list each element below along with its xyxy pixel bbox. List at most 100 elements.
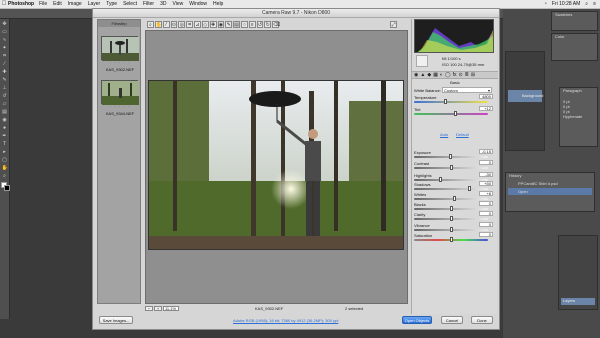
white-balance-tool-icon[interactable]: ⁄ (162, 20, 170, 28)
slider-value-highlights[interactable]: -30 (479, 172, 493, 177)
list-icon[interactable]: ≡ (593, 1, 596, 7)
menu-item-filter[interactable]: Filter (143, 1, 154, 7)
slider-knob-vibrance[interactable] (450, 227, 453, 232)
blur-tool-icon[interactable]: ◉ (2, 117, 8, 123)
slider-track-clarity[interactable] (414, 216, 488, 221)
eraser-tool-icon[interactable]: ▱ (2, 101, 8, 107)
slider-knob-highlights[interactable] (439, 177, 443, 182)
hand-tool-icon[interactable]: ✋ (154, 20, 162, 28)
heal-tool-icon[interactable]: ✚ (2, 69, 8, 75)
slider-knob-blacks[interactable] (450, 206, 453, 211)
tab-hsl-icon[interactable]: ▦ (433, 72, 438, 78)
slider-track-vibrance[interactable] (414, 227, 488, 232)
menu-item-type[interactable]: Type (106, 1, 117, 7)
slider-value-blacks[interactable]: 0 (479, 201, 493, 206)
default-link[interactable]: Default (456, 132, 469, 137)
paragraph-panel-title[interactable]: Paragraph (563, 88, 582, 93)
preview-photo[interactable] (148, 80, 404, 250)
slider-track-tint[interactable] (414, 111, 488, 116)
crop-tool-icon[interactable]: ⌗ (186, 20, 194, 28)
gradient-tool-icon[interactable]: ▤ (2, 109, 8, 115)
slider-value-clarity[interactable]: 0 (479, 211, 493, 216)
slider-value-exposure[interactable]: -0.15 (479, 149, 493, 154)
slider-track-highlights[interactable] (414, 177, 488, 182)
save-images-button[interactable]: Save Images... (99, 316, 133, 324)
open-objects-button[interactable]: Open Objects (402, 316, 432, 324)
slider-value-saturation[interactable]: 0 (479, 232, 493, 237)
slider-knob-tint[interactable] (453, 111, 457, 116)
slider-value-shadows[interactable]: +50 (479, 181, 493, 186)
wand-tool-icon[interactable]: ✦ (2, 45, 8, 51)
color-sampler-icon[interactable]: ⊙ (170, 20, 178, 28)
menu-item-edit[interactable]: Edit (53, 1, 62, 7)
layers-title[interactable]: Layers (561, 298, 595, 305)
graduated-filter-icon[interactable]: ▤ (233, 20, 240, 28)
history-state-open[interactable]: Open (508, 188, 592, 195)
menu-item-layer[interactable]: Layer (88, 1, 101, 7)
move-tool-icon[interactable]: ✥ (2, 21, 8, 27)
straighten-tool-icon[interactable]: ⊿ (194, 20, 201, 28)
marquee-tool-icon[interactable]: ▭ (2, 29, 8, 35)
tab-effects-icon[interactable]: fx (453, 72, 457, 78)
menu-item-select[interactable]: Select (123, 1, 137, 7)
tab-detail-icon[interactable]: ◆ (427, 72, 431, 78)
brush-tool-icon[interactable]: ✎ (2, 77, 8, 83)
menu-item-view[interactable]: View (173, 1, 184, 7)
zoom-tool-icon[interactable]: ⌕ (2, 173, 8, 179)
rotate-left-icon[interactable]: ↺ (256, 20, 264, 28)
slider-knob-contrast[interactable] (450, 165, 453, 170)
zoom-in-button[interactable]: + (154, 306, 162, 311)
path-select-icon[interactable]: ▸ (2, 149, 8, 155)
slider-track-contrast[interactable] (414, 165, 488, 170)
color-panel-title[interactable]: Color (555, 34, 565, 39)
menu-item-image[interactable]: Image (68, 1, 82, 7)
done-button[interactable]: Done (471, 316, 493, 324)
slider-knob-clarity[interactable] (450, 216, 453, 221)
lasso-tool-icon[interactable]: ∿ (2, 37, 8, 43)
radial-filter-icon[interactable]: ○ (240, 20, 248, 28)
slider-knob-whites[interactable] (452, 196, 456, 201)
tab-presets-icon[interactable]: ≣ (465, 72, 469, 78)
spot-removal-icon[interactable]: ✚ (209, 20, 217, 28)
slider-value-tint[interactable]: +12 (479, 106, 493, 111)
fullscreen-icon[interactable]: ⤢ (390, 20, 397, 28)
slider-knob-saturation[interactable] (450, 237, 453, 242)
history-snapshot[interactable]: PPCamillC Shirt #.psd (508, 180, 592, 187)
slider-track-whites[interactable] (414, 196, 488, 201)
rotate-right-icon[interactable]: ↻ (264, 20, 272, 28)
slider-knob-temperature[interactable] (444, 99, 448, 104)
shape-tool-icon[interactable]: ▢ (2, 157, 8, 163)
menu-app-name[interactable]: Photoshop (8, 1, 34, 7)
zoom-level[interactable]: 11.1% (163, 306, 179, 311)
thumbnail-1-rating[interactable]: · · · · · (103, 60, 137, 65)
stamp-tool-icon[interactable]: ⊥ (2, 85, 8, 91)
dodge-tool-icon[interactable]: ● (2, 125, 8, 131)
slider-knob-shadows[interactable] (468, 186, 471, 191)
apple-icon[interactable]:  (0, 1, 8, 7)
zoom-out-button[interactable]: − (145, 306, 153, 311)
slider-track-shadows[interactable] (414, 186, 488, 191)
tab-lens-icon[interactable]: ◯ (445, 72, 451, 78)
thumbnail-2-rating[interactable]: · · · · · (103, 104, 137, 109)
slider-value-contrast[interactable]: 0 (479, 160, 493, 165)
tab-basic-icon[interactable]: ◉ (414, 72, 418, 78)
slider-value-whites[interactable]: +8 (479, 191, 493, 196)
trash-icon[interactable]: ⌫ (272, 20, 280, 28)
search-icon[interactable]: ⌕ (585, 1, 588, 7)
menu-item-3d[interactable]: 3D (160, 1, 166, 7)
background-layer-row[interactable]: Background (508, 90, 543, 102)
auto-link[interactable]: Auto (440, 132, 448, 137)
white-balance-select[interactable]: Custom ▾ (442, 87, 492, 93)
crop-tool-icon[interactable]: ⌗ (2, 53, 8, 59)
preferences-icon[interactable]: ≡ (248, 20, 256, 28)
tab-snapshots-icon[interactable]: ⊞ (471, 72, 475, 78)
swatches-panel-title[interactable]: Swatches (555, 12, 572, 17)
tab-calibration-icon[interactable]: ⊙ (458, 72, 462, 78)
pen-tool-icon[interactable]: ✒ (2, 133, 8, 139)
transform-tool-icon[interactable]: ◇ (201, 20, 209, 28)
history-brush-icon[interactable]: ↺ (2, 93, 8, 99)
clock[interactable]: Fri 10:28 AM (552, 1, 580, 7)
tab-split-toning-icon[interactable]: ◐ (440, 72, 443, 78)
slider-track-blacks[interactable] (414, 206, 488, 211)
preview-canvas[interactable] (145, 30, 408, 304)
